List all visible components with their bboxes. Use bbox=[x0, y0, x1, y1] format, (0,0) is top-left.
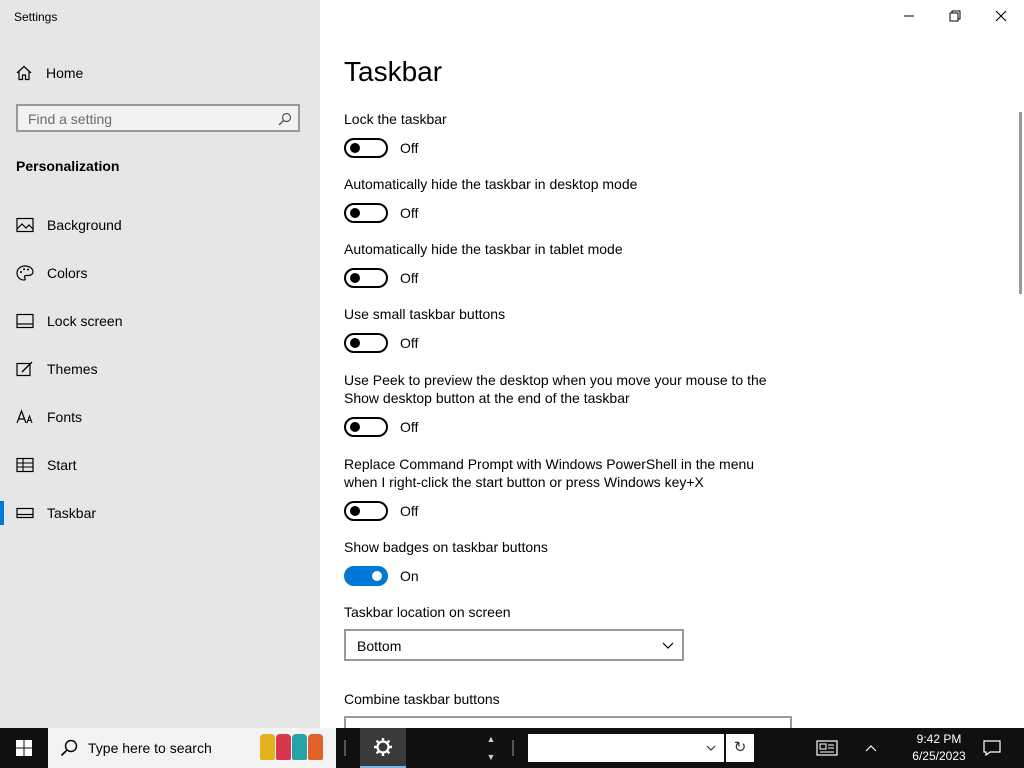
close-icon bbox=[995, 10, 1007, 22]
sidebar-item-fonts[interactable]: Fonts bbox=[0, 397, 320, 437]
toggle-small-buttons[interactable] bbox=[344, 333, 388, 353]
action-center-button[interactable] bbox=[978, 728, 1006, 768]
notification-icon bbox=[983, 740, 1001, 756]
sidebar-item-lock-screen[interactable]: Lock screen bbox=[0, 301, 320, 341]
sidebar-item-background[interactable]: Background bbox=[0, 205, 320, 245]
taskbar-clock[interactable]: 9:42 PM 6/25/2023 bbox=[896, 731, 982, 765]
section-title: Personalization bbox=[16, 158, 120, 174]
taskbar-separator bbox=[344, 740, 346, 756]
search-input[interactable]: Find a setting bbox=[16, 104, 300, 132]
toggle-state-text: Off bbox=[400, 503, 419, 519]
setting-label-small-buttons: Use small taskbar buttons bbox=[344, 306, 506, 322]
address-toolbar-input[interactable] bbox=[528, 734, 724, 762]
fonts-icon bbox=[16, 409, 33, 424]
sidebar-item-label: Start bbox=[47, 457, 77, 473]
toggle-knob bbox=[350, 208, 360, 218]
toolbar-scroll-buttons[interactable]: ▲ ▼ bbox=[484, 730, 498, 766]
sidebar-item-label: Colors bbox=[47, 265, 88, 281]
gear-icon bbox=[374, 738, 392, 756]
setting-label-powershell: Replace Command Prompt with Windows Powe… bbox=[344, 456, 755, 490]
toggle-state-text: Off bbox=[400, 140, 419, 156]
windows-logo-icon bbox=[16, 740, 32, 756]
toggle-knob bbox=[350, 273, 360, 283]
taskbar: Type here to search ▲ ▼ ↻ 9:42 PM 6/25/20… bbox=[0, 728, 1024, 768]
taskbar-settings-app[interactable] bbox=[360, 728, 406, 768]
taskbar-separator bbox=[512, 740, 514, 756]
sidebar-home[interactable]: Home bbox=[16, 62, 83, 84]
sidebar-item-label: Background bbox=[47, 217, 122, 233]
toggle-badges[interactable] bbox=[344, 566, 388, 586]
search-icon bbox=[60, 739, 78, 757]
home-label: Home bbox=[46, 65, 84, 81]
start-icon bbox=[16, 457, 34, 473]
search-highlight-illustration bbox=[260, 734, 324, 760]
themes-icon bbox=[16, 361, 33, 377]
show-hidden-icons-button[interactable] bbox=[858, 728, 884, 768]
scrollbar[interactable] bbox=[1019, 112, 1022, 294]
toggle-state-text: Off bbox=[400, 270, 419, 286]
page-title: Taskbar bbox=[344, 56, 443, 87]
dropdown-value: Bottom bbox=[357, 638, 402, 654]
toggle-peek[interactable] bbox=[344, 417, 388, 437]
sidebar-item-label: Lock screen bbox=[47, 313, 123, 329]
sidebar-item-themes[interactable]: Themes bbox=[0, 349, 320, 389]
toggle-powershell[interactable] bbox=[344, 501, 388, 521]
sidebar-item-taskbar[interactable]: Taskbar bbox=[0, 493, 320, 533]
toggle-state-text: Off bbox=[400, 419, 419, 435]
setting-label-badges: Show badges on taskbar buttons bbox=[344, 539, 548, 555]
news-icon bbox=[816, 740, 838, 756]
toggle-knob bbox=[372, 571, 382, 581]
restore-icon bbox=[949, 10, 961, 22]
palette-icon bbox=[16, 265, 34, 281]
sidebar-item-colors[interactable]: Colors bbox=[0, 253, 320, 293]
toggle-state-text: Off bbox=[400, 335, 419, 351]
setting-label-peek: Use Peek to preview the desktop when you… bbox=[344, 372, 767, 406]
active-indicator bbox=[0, 501, 4, 525]
toggle-state-text: On bbox=[400, 568, 419, 584]
clock-time: 9:42 PM bbox=[916, 732, 962, 746]
start-button[interactable] bbox=[0, 728, 48, 768]
toggle-state-text: Off bbox=[400, 205, 419, 221]
chevron-down-icon bbox=[706, 745, 716, 751]
toggle-lock-taskbar[interactable] bbox=[344, 138, 388, 158]
taskbar-icon bbox=[16, 507, 34, 519]
setting-label-lock-taskbar: Lock the taskbar bbox=[344, 111, 447, 127]
toggle-knob bbox=[350, 422, 360, 432]
toggle-autohide-desktop[interactable] bbox=[344, 203, 388, 223]
picture-icon bbox=[16, 217, 34, 233]
close-button[interactable] bbox=[978, 0, 1024, 32]
minimize-button[interactable] bbox=[886, 0, 932, 32]
chevron-down-icon bbox=[662, 642, 674, 649]
toggle-knob bbox=[350, 506, 360, 516]
toggle-knob bbox=[350, 338, 360, 348]
search-placeholder: Find a setting bbox=[28, 111, 113, 127]
restore-button[interactable] bbox=[932, 0, 978, 32]
home-icon bbox=[16, 65, 32, 81]
sidebar-item-label: Taskbar bbox=[47, 505, 97, 521]
sidebar-item-start[interactable]: Start bbox=[0, 445, 320, 485]
setting-label-autohide-tablet: Automatically hide the taskbar in tablet… bbox=[344, 241, 623, 257]
sidebar-item-label: Fonts bbox=[47, 409, 83, 425]
lock-screen-icon bbox=[16, 313, 34, 329]
sidebar: Settings Home Find a setting Personaliza… bbox=[0, 0, 320, 728]
setting-label-autohide-desktop: Automatically hide the taskbar in deskto… bbox=[344, 176, 638, 192]
toggle-autohide-tablet[interactable] bbox=[344, 268, 388, 288]
app-title: Settings bbox=[14, 10, 58, 24]
sidebar-item-label: Themes bbox=[47, 361, 98, 377]
search-icon bbox=[278, 112, 292, 126]
toggle-knob bbox=[350, 143, 360, 153]
minimize-icon bbox=[904, 15, 914, 17]
chevron-up-icon bbox=[865, 745, 877, 752]
news-widget-button[interactable] bbox=[808, 728, 846, 768]
combine-buttons-label: Combine taskbar buttons bbox=[344, 691, 500, 707]
taskbar-search-placeholder: Type here to search bbox=[88, 740, 212, 756]
taskbar-location-dropdown[interactable]: Bottom bbox=[344, 629, 684, 661]
taskbar-location-label: Taskbar location on screen bbox=[344, 604, 511, 620]
refresh-button[interactable]: ↻ bbox=[726, 734, 754, 762]
clock-date: 6/25/2023 bbox=[912, 749, 966, 763]
